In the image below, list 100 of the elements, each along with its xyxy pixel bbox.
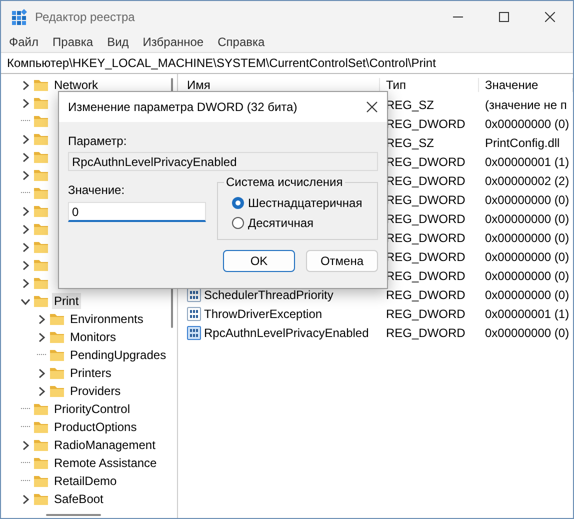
menu-item[interactable]: Файл [2, 35, 46, 49]
tree-item[interactable]: PendingUpgrades [68, 347, 168, 363]
chevron-right-icon[interactable] [21, 494, 30, 504]
registry-editor-icon [11, 8, 27, 24]
menu-item[interactable]: Правка [46, 35, 100, 49]
folder-icon [33, 167, 49, 183]
chevron-right-icon[interactable] [21, 80, 30, 90]
menu-item[interactable]: Вид [100, 35, 136, 49]
folder-icon [33, 113, 49, 129]
chevron-right-icon[interactable] [21, 134, 30, 144]
folder-icon [33, 185, 49, 201]
folder-icon [49, 347, 65, 363]
field-label: Параметр: [68, 134, 128, 148]
chevron-right-icon[interactable] [37, 386, 46, 396]
chevron-right-icon[interactable] [21, 206, 30, 216]
type-cell-text: REG_DWORD [385, 116, 466, 130]
maximize-icon[interactable] [499, 12, 509, 22]
folder-icon [33, 221, 49, 237]
folder-icon [33, 95, 49, 111]
tree-item[interactable]: Printers [68, 365, 114, 381]
tree-item[interactable]: PriorityControl [52, 401, 132, 417]
data-cell-text: 0x00000000 (0) [484, 116, 570, 130]
radio-label[interactable]: Шестнадцатеричная [248, 196, 362, 210]
folder-icon [49, 311, 65, 327]
folder-icon [33, 77, 49, 93]
type-cell-text: REG_DWORD [385, 288, 466, 302]
folder-icon [33, 149, 49, 165]
data-cell-text: (значение не п [484, 98, 568, 112]
folder-icon [49, 329, 65, 345]
type-cell-text: REG_DWORD [385, 268, 466, 282]
tree-item[interactable]: Providers [68, 383, 123, 399]
data-cell-text: PrintConfig.dll [484, 136, 561, 150]
chevron-right-icon[interactable] [21, 98, 30, 108]
chevron-right-icon[interactable] [37, 332, 46, 342]
folder-icon [33, 437, 49, 453]
close-icon[interactable] [545, 12, 555, 22]
type-cell-text: REG_DWORD [385, 326, 466, 340]
type-cell-text: REG_DWORD [385, 192, 466, 206]
folder-icon [33, 257, 49, 273]
tree-item[interactable]: RadioManagement [52, 437, 158, 453]
group-title: Система исчисления [224, 175, 345, 189]
data-cell-text: 0x00000001 (1) [484, 306, 570, 320]
menu-item[interactable]: Избранное [136, 35, 211, 49]
data-cell-text: 0x00000001 (1) [484, 154, 570, 168]
data-cell-text: 0x00000000 (0) [484, 326, 570, 340]
tree-item[interactable]: Environments [68, 311, 146, 327]
data-cell-text: 0x00000000 (0) [484, 250, 570, 264]
name-field[interactable]: RpcAuthnLevelPrivacyEnabled [68, 152, 378, 171]
radio-label[interactable]: Десятичная [248, 216, 314, 230]
folder-icon [49, 365, 65, 381]
scrollbar[interactable] [46, 514, 101, 516]
value-field[interactable]: 0 [68, 202, 206, 222]
data-cell-text: 0x00000000 (0) [484, 288, 570, 302]
folder-icon [33, 491, 49, 507]
type-cell-text: REG_DWORD [385, 154, 466, 168]
data-cell-text: 0x00000000 (0) [484, 212, 570, 226]
value-name[interactable]: ThrowDriverException [201, 306, 322, 320]
type-cell-text: REG_DWORD [385, 306, 466, 320]
chevron-right-icon[interactable] [37, 368, 46, 378]
data-cell-text: 0x00000000 (0) [484, 192, 570, 206]
radio-button[interactable] [232, 197, 244, 209]
chevron-down-icon[interactable] [21, 296, 30, 306]
chevron-right-icon[interactable] [21, 224, 30, 234]
type-cell-text: REG_DWORD [385, 212, 466, 226]
data-cell-text: 0x00000002 (2) [484, 174, 570, 188]
value-name[interactable]: RpcAuthnLevelPrivacyEnabled [201, 326, 369, 340]
chevron-right-icon[interactable] [21, 260, 30, 270]
folder-icon [33, 419, 49, 435]
folder-icon [33, 203, 49, 219]
chevron-right-icon[interactable] [21, 170, 30, 180]
tree-item[interactable]: RetailDemo [52, 473, 119, 489]
chevron-right-icon[interactable] [21, 242, 30, 252]
column-header[interactable]: Значение [479, 78, 573, 92]
radio-button[interactable] [232, 217, 244, 229]
window-title: Редактор реестра [35, 10, 136, 24]
field-label: Значение: [68, 183, 126, 197]
address-bar[interactable]: Компьютер\HKEY_LOCAL_MACHINE\SYSTEM\CurrentControlSet\Control\Print [1, 52, 573, 74]
folder-icon [33, 293, 49, 309]
tree-item[interactable]: ProductOptions [52, 419, 139, 435]
data-cell-text: 0x00000000 (0) [484, 230, 570, 244]
tree-item[interactable]: SafeBoot [52, 491, 106, 507]
value-name[interactable]: SchedulerThreadPriority [201, 288, 334, 302]
tree-item[interactable]: Monitors [68, 329, 118, 345]
chevron-right-icon[interactable] [37, 314, 46, 324]
menu-item[interactable]: Справка [210, 35, 272, 49]
tree-item[interactable]: Print [52, 293, 81, 309]
type-cell-text: REG_DWORD [385, 174, 466, 188]
chevron-right-icon[interactable] [21, 278, 30, 288]
chevron-right-icon[interactable] [21, 440, 30, 450]
chevron-right-icon[interactable] [21, 152, 30, 162]
tree-item[interactable]: Network [52, 77, 100, 93]
tree-item[interactable]: Remote Assistance [52, 455, 159, 471]
folder-icon [33, 131, 49, 147]
dialog-button[interactable]: OK [223, 250, 295, 272]
dialog-title: Изменение параметра DWORD (32 бита) [68, 100, 298, 114]
folder-icon [33, 401, 49, 417]
folder-icon [33, 275, 49, 291]
dialog-button[interactable]: Отмена [306, 250, 378, 272]
close-icon[interactable] [366, 101, 378, 113]
folder-icon [33, 239, 49, 255]
